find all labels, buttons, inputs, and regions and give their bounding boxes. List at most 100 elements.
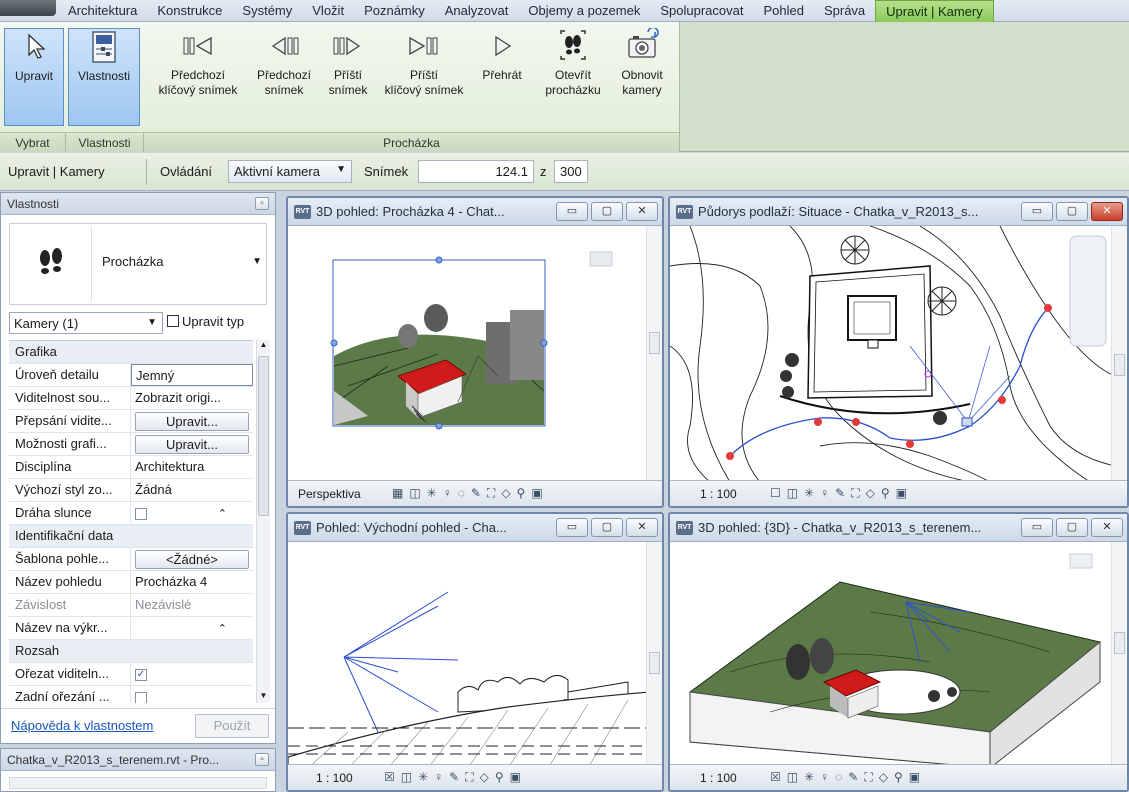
tab-systemy[interactable]: Systémy [232, 0, 302, 22]
control-label: Ovládání [160, 164, 213, 179]
maximize-button[interactable]: ▢ [1056, 518, 1088, 537]
chevron-down-icon: ▼ [252, 256, 262, 267]
scroll-down-icon[interactable]: ▼ [258, 691, 269, 703]
minimize-button[interactable]: ▭ [556, 518, 588, 537]
group-label-prochazka: Procházka [144, 132, 680, 152]
tab-sprava[interactable]: Správa [814, 0, 875, 22]
view-scrollbar[interactable] [646, 542, 662, 764]
type-selector[interactable]: Procházka ▼ [9, 223, 267, 305]
next-frame-button[interactable]: Příští snímek [320, 28, 376, 98]
view-title: 3D pohled: {3D} - Chatka_v_R2013_s_teren… [698, 520, 982, 535]
browser-scrollbar[interactable] [9, 777, 267, 789]
tab-analyzovat[interactable]: Analyzovat [435, 0, 519, 22]
property-checkbox[interactable]: ✓ [135, 668, 147, 681]
site-plan-viewport[interactable] [670, 226, 1111, 480]
close-button[interactable]: ✕ [1091, 518, 1123, 537]
property-value [131, 502, 253, 524]
view-control-icons[interactable]: ☒◫✳♀◌✎⛶◇⚲▣ [770, 770, 926, 785]
view-control-bar: Perspektiva ▦◫✳♀◌✎⛶◇⚲▣ [288, 480, 662, 506]
previous-frame-icon [271, 36, 299, 56]
refresh-cameras-label-1: Obnovit [621, 68, 663, 82]
property-edit-button[interactable]: Upravit... [135, 412, 249, 431]
tab-objemy[interactable]: Objemy a pozemek [518, 0, 650, 22]
property-value[interactable]: Žádná [131, 479, 253, 501]
property-edit-button[interactable]: <Žádné> [135, 550, 249, 569]
tab-vlozit[interactable]: Vložit [302, 0, 354, 22]
open-walkthrough-button[interactable]: Otevřít procházku [540, 28, 606, 98]
maximize-button[interactable]: ▢ [591, 518, 623, 537]
maximize-button[interactable]: ▢ [1056, 202, 1088, 221]
property-row: Dráha slunce [9, 502, 253, 525]
property-value[interactable] [131, 617, 253, 639]
property-value[interactable]: Architektura [131, 456, 253, 478]
property-value [131, 686, 253, 703]
properties-title-bar: Vlastnosti ▫ [1, 193, 275, 215]
property-value[interactable]: Zobrazit origi... [131, 387, 253, 409]
properties-scrollbar[interactable]: ▲ ▼ [256, 340, 270, 703]
refresh-cameras-button[interactable]: Obnovit kamery [610, 28, 674, 98]
view-scrollbar[interactable] [1111, 226, 1127, 480]
view-control-icons[interactable]: ▦◫✳♀◌✎⛶◇⚲▣ [392, 486, 549, 501]
next-keyframe-button[interactable]: Příští klíčový snímek [376, 28, 472, 98]
view-site-plan[interactable]: RVT Půdorys podlaží: Situace - Chatka_v_… [668, 196, 1129, 508]
model-3d-viewport[interactable] [670, 542, 1111, 764]
tab-konstrukce[interactable]: Konstrukce [147, 0, 232, 22]
edit-type-button[interactable]: Upravit typ [167, 314, 244, 329]
view-east-elevation[interactable]: RVT Pohled: Východní pohled - Cha... ▭ ▢ ✕… [286, 512, 664, 792]
total-frames-input[interactable]: 300 [554, 160, 588, 183]
instance-filter-dropdown[interactable]: Kamery (1) ▼ [9, 312, 163, 334]
previous-keyframe-button[interactable]: Předchozí klíčový snímek [150, 28, 246, 98]
property-value[interactable]: Nezávislé [131, 594, 253, 616]
property-group-header[interactable]: Identifikační data ⌃ [9, 508, 253, 548]
tab-spolupracovat[interactable]: Spolupracovat [650, 0, 753, 22]
control-dropdown[interactable]: Aktivní kamera ▼ [228, 160, 352, 183]
close-icon[interactable]: ▫ [255, 753, 269, 766]
close-button[interactable]: ✕ [626, 202, 658, 221]
application-menu-button[interactable] [0, 0, 56, 16]
view-scrollbar[interactable] [1111, 542, 1127, 764]
tab-architektura[interactable]: Architektura [58, 0, 147, 22]
close-button[interactable]: ✕ [1091, 202, 1123, 221]
view-control-bar: 1 : 100 ☐◫✳♀✎⛶◇⚲▣ [670, 480, 1127, 506]
view-control-icons[interactable]: ☒◫✳♀✎⛶◇⚲▣ [384, 770, 527, 785]
property-group-header[interactable]: Grafika⌃ [9, 341, 253, 364]
tab-upravit-kamery[interactable]: Upravit | Kamery [875, 0, 994, 22]
minimize-button[interactable]: ▭ [1021, 518, 1053, 537]
previous-keyframe-icon [183, 36, 212, 56]
view-walkthrough-3d[interactable]: RVT 3D pohled: Procházka 4 - Chat... ▭ ▢ ✕ [286, 196, 664, 508]
play-button[interactable]: Přehrát [474, 28, 530, 83]
frame-input[interactable]: 124.1 [418, 160, 534, 183]
view-control-icons[interactable]: ☐◫✳♀✎⛶◇⚲▣ [770, 486, 913, 501]
properties-help-link[interactable]: Nápověda k vlastnostem [11, 718, 153, 733]
tab-pohled[interactable]: Pohled [753, 0, 813, 22]
previous-keyframe-label-1: Předchozí [170, 68, 226, 82]
close-icon[interactable]: ▫ [255, 197, 269, 210]
collapse-icon[interactable]: ⌃ [218, 622, 227, 635]
property-group-header[interactable]: Rozsah ⌃ [9, 623, 253, 663]
scrollbar-thumb[interactable] [258, 356, 269, 516]
modify-button[interactable]: Upravit [4, 28, 64, 126]
maximize-button[interactable]: ▢ [591, 202, 623, 221]
property-row: Úroveň detailu Jemný [9, 364, 253, 387]
elevation-viewport[interactable] [288, 542, 646, 764]
type-name: Procházka [102, 254, 164, 269]
minimize-button[interactable]: ▭ [1021, 202, 1053, 221]
close-button[interactable]: ✕ [626, 518, 658, 537]
property-value[interactable]: Jemný [131, 364, 253, 386]
tab-poznamky[interactable]: Poznámky [354, 0, 435, 22]
previous-frame-button[interactable]: Předchozí snímek [248, 28, 320, 98]
property-edit-button[interactable]: Upravit... [135, 435, 249, 454]
view-3d-default[interactable]: RVT 3D pohled: {3D} - Chatka_v_R2013_s_t… [668, 512, 1129, 792]
properties-button[interactable]: Vlastnosti [68, 28, 140, 126]
scroll-up-icon[interactable]: ▲ [258, 340, 269, 352]
view-scrollbar[interactable] [646, 226, 662, 480]
minimize-button[interactable]: ▭ [556, 202, 588, 221]
collapse-icon[interactable]: ⌃ [218, 507, 227, 520]
ribbon-tab-bar: Architektura Konstrukce Systémy Vložit P… [0, 0, 1129, 22]
property-checkbox[interactable] [135, 691, 147, 703]
chevron-down-icon: ▼ [336, 164, 346, 175]
walkthrough-viewport[interactable] [288, 226, 646, 480]
property-value[interactable]: Procházka 4 [131, 571, 253, 593]
apply-button[interactable]: Použít [195, 714, 269, 738]
property-checkbox[interactable] [135, 507, 147, 520]
